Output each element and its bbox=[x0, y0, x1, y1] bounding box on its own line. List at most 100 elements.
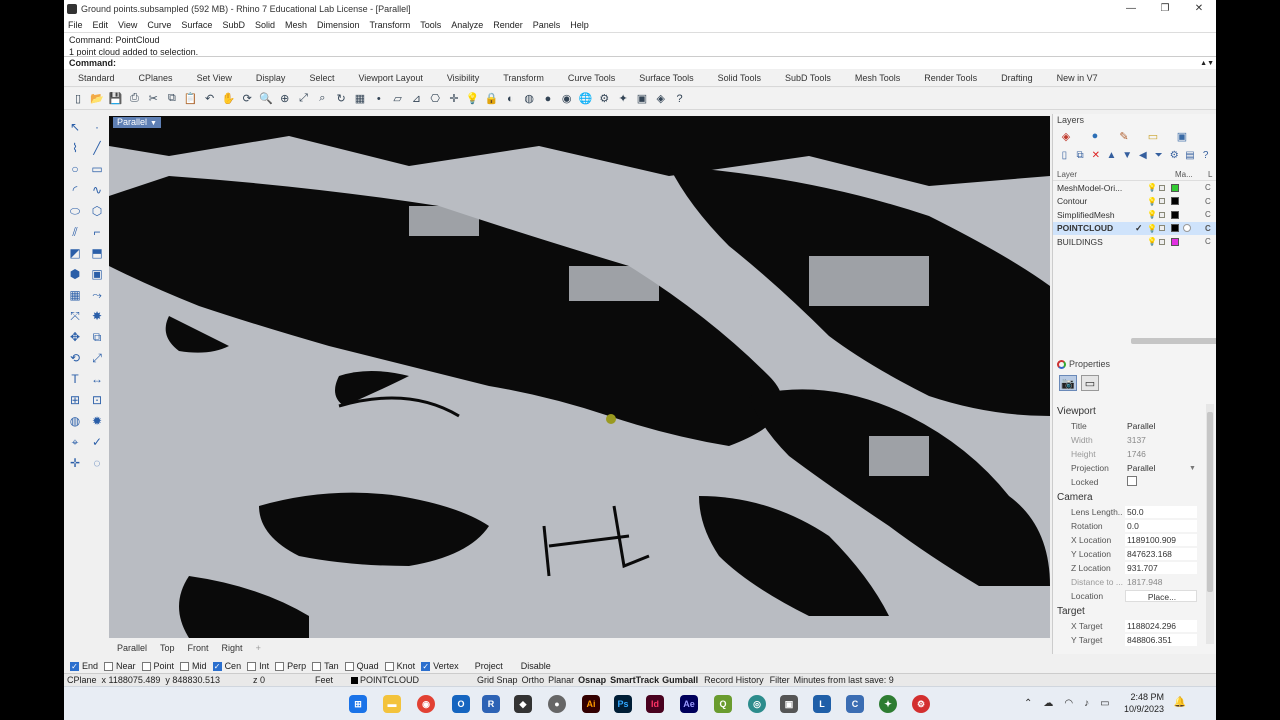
zoom-selected-icon[interactable]: ⌕ bbox=[314, 91, 330, 107]
scale-icon[interactable]: ⤢ bbox=[88, 349, 106, 367]
osnap-disable[interactable]: Disable bbox=[521, 661, 551, 671]
tab-transform[interactable]: Transform bbox=[491, 73, 556, 83]
properties-scrollbar[interactable] bbox=[1206, 404, 1214, 644]
osnap-perp[interactable]: Perp bbox=[275, 661, 306, 671]
prop-value[interactable]: 931.707 bbox=[1125, 562, 1197, 574]
grid-snap-toggle[interactable]: Grid Snap bbox=[477, 675, 518, 685]
cut-icon[interactable]: ✂ bbox=[145, 91, 161, 107]
line-icon[interactable]: ╱ bbox=[88, 139, 106, 157]
lock-icon[interactable]: 🔒 bbox=[484, 91, 500, 107]
rotate-tool-icon[interactable]: ⟲ bbox=[66, 349, 84, 367]
prop-value[interactable]: 1189100.909 bbox=[1125, 534, 1197, 546]
cloudcompare-icon[interactable]: C bbox=[846, 695, 864, 713]
osnap-mid[interactable]: Mid bbox=[180, 661, 207, 671]
light-tool-icon[interactable]: ✹ bbox=[88, 412, 106, 430]
prop-value[interactable]: 0.0 bbox=[1125, 520, 1197, 532]
prop-value[interactable]: 1188024.296 bbox=[1125, 620, 1197, 632]
maximize-button[interactable]: ❐ bbox=[1148, 0, 1182, 17]
menu-surface[interactable]: Surface bbox=[181, 20, 212, 30]
outlook-icon[interactable]: O bbox=[452, 695, 470, 713]
lock-icon[interactable] bbox=[1159, 198, 1165, 205]
mesh-icon[interactable]: ▦ bbox=[66, 286, 84, 304]
render-icon[interactable]: ◍ bbox=[66, 412, 84, 430]
viewport-tab-right[interactable]: Right bbox=[222, 643, 243, 653]
snipping-icon[interactable]: ▣ bbox=[780, 695, 798, 713]
tab-mesh-tools[interactable]: Mesh Tools bbox=[843, 73, 912, 83]
prop-value[interactable]: Parallel bbox=[1125, 462, 1197, 474]
menu-view[interactable]: View bbox=[118, 20, 137, 30]
material-column-header[interactable]: Ma... bbox=[1175, 170, 1193, 179]
layers-tab-icon[interactable]: ◈ bbox=[1059, 129, 1073, 143]
prop-value[interactable]: 847623.168 bbox=[1125, 548, 1197, 560]
viewport-parallel[interactable]: Parallel ▼ bbox=[109, 116, 1050, 638]
menu-transform[interactable]: Transform bbox=[370, 20, 411, 30]
move-down-icon[interactable]: ▼ bbox=[1122, 149, 1133, 161]
zoom-window-icon[interactable]: ⊕ bbox=[277, 91, 293, 107]
save-icon[interactable]: 💾 bbox=[108, 91, 124, 107]
collapse-icon[interactable]: ◀ bbox=[1138, 149, 1149, 161]
tab-drafting[interactable]: Drafting bbox=[989, 73, 1045, 83]
tab-viewport-layout[interactable]: Viewport Layout bbox=[346, 73, 434, 83]
point-tool-icon[interactable]: · bbox=[88, 118, 106, 136]
taskbar-clock[interactable]: 2:48 PM 10/9/2023 bbox=[1124, 691, 1164, 715]
pan-icon[interactable]: ✋ bbox=[220, 91, 236, 107]
layer-color-swatch[interactable] bbox=[1171, 210, 1179, 219]
layer-states-icon[interactable]: ▤ bbox=[1185, 149, 1196, 161]
lock-icon[interactable] bbox=[1159, 225, 1165, 232]
after-effects-icon[interactable]: Ae bbox=[680, 695, 698, 713]
osnap-tan[interactable]: Tan bbox=[312, 661, 339, 671]
plugin-icon[interactable]: ▣ bbox=[634, 91, 650, 107]
prop-value[interactable]: 848806.351 bbox=[1125, 634, 1197, 646]
wifi-icon[interactable]: ◠ bbox=[1064, 698, 1073, 709]
layer-row[interactable]: Contour 💡 C bbox=[1053, 195, 1216, 209]
rhino-r-icon[interactable]: R bbox=[482, 695, 500, 713]
app-icon[interactable]: ● bbox=[548, 695, 566, 713]
viewport-tab-parallel[interactable]: Parallel bbox=[117, 643, 147, 653]
osnap-checkbox[interactable]: ✓ bbox=[70, 661, 79, 671]
gumball-icon[interactable]: ✛ bbox=[446, 91, 462, 107]
osnap-int[interactable]: Int bbox=[247, 661, 269, 671]
osnap-vertex[interactable]: ✓ Vertex bbox=[421, 661, 459, 671]
layer-row[interactable]: SimplifiedMesh 💡 C bbox=[1053, 208, 1216, 222]
osnap-near[interactable]: Near bbox=[104, 661, 136, 671]
locked-checkbox[interactable] bbox=[1127, 476, 1137, 486]
search-app-icon[interactable]: ◎ bbox=[748, 695, 766, 713]
osnap-checkbox[interactable] bbox=[312, 661, 322, 671]
app-l-icon[interactable]: L bbox=[813, 695, 831, 713]
notification-icon[interactable]: 🔔 bbox=[1174, 697, 1186, 708]
rectangle-icon[interactable]: ▭ bbox=[88, 160, 106, 178]
analyze-icon[interactable]: ⌖ bbox=[66, 433, 84, 451]
sweep-icon[interactable]: ⤳ bbox=[88, 286, 106, 304]
status-units[interactable]: Feet bbox=[315, 675, 333, 685]
viewport-tab-front[interactable]: Front bbox=[188, 643, 209, 653]
block-icon[interactable]: ⊡ bbox=[88, 391, 106, 409]
hide-icon[interactable]: ◌ bbox=[88, 454, 106, 472]
tab-visibility[interactable]: Visibility bbox=[435, 73, 491, 83]
arc-icon[interactable]: ◜ bbox=[66, 181, 84, 199]
four-viewports-icon[interactable]: ▦ bbox=[352, 91, 368, 107]
print-icon[interactable]: ⎙ bbox=[126, 91, 142, 107]
transform-icon[interactable]: ⤧ bbox=[66, 307, 84, 325]
tab-subd-tools[interactable]: SubD Tools bbox=[773, 73, 843, 83]
layer-row[interactable]: MeshModel-Ori... 💡 C bbox=[1053, 181, 1216, 195]
tab-solid-tools[interactable]: Solid Tools bbox=[706, 73, 773, 83]
osnap-quad[interactable]: Quad bbox=[344, 661, 379, 671]
color-wheel-icon[interactable]: ◍ bbox=[521, 91, 537, 107]
help-icon[interactable]: ? bbox=[672, 91, 688, 107]
qgis-icon[interactable]: Q bbox=[714, 695, 732, 713]
cplane-icon[interactable]: ▱ bbox=[390, 91, 406, 107]
offset-icon[interactable]: ⫽ bbox=[66, 223, 84, 241]
group-icon[interactable]: ⊞ bbox=[66, 391, 84, 409]
chevron-up-icon[interactable]: ⌃ bbox=[1024, 698, 1032, 709]
layer-list-scrollbar[interactable] bbox=[1131, 338, 1216, 344]
settings-app-icon[interactable]: ⚙ bbox=[912, 695, 930, 713]
filter-icon[interactable]: ⏷ bbox=[1153, 149, 1164, 161]
volume-icon[interactable]: ♪ bbox=[1084, 698, 1089, 709]
lock-icon[interactable] bbox=[1159, 238, 1165, 245]
map-icon[interactable]: ◈ bbox=[653, 91, 669, 107]
filter-toggle[interactable]: Filter bbox=[770, 675, 790, 685]
material-icon[interactable] bbox=[1183, 224, 1191, 233]
solid-icon[interactable]: ⬢ bbox=[66, 265, 84, 283]
osnap-checkbox[interactable]: ✓ bbox=[212, 661, 222, 671]
lightbulb-icon[interactable]: 💡 bbox=[1147, 237, 1157, 246]
